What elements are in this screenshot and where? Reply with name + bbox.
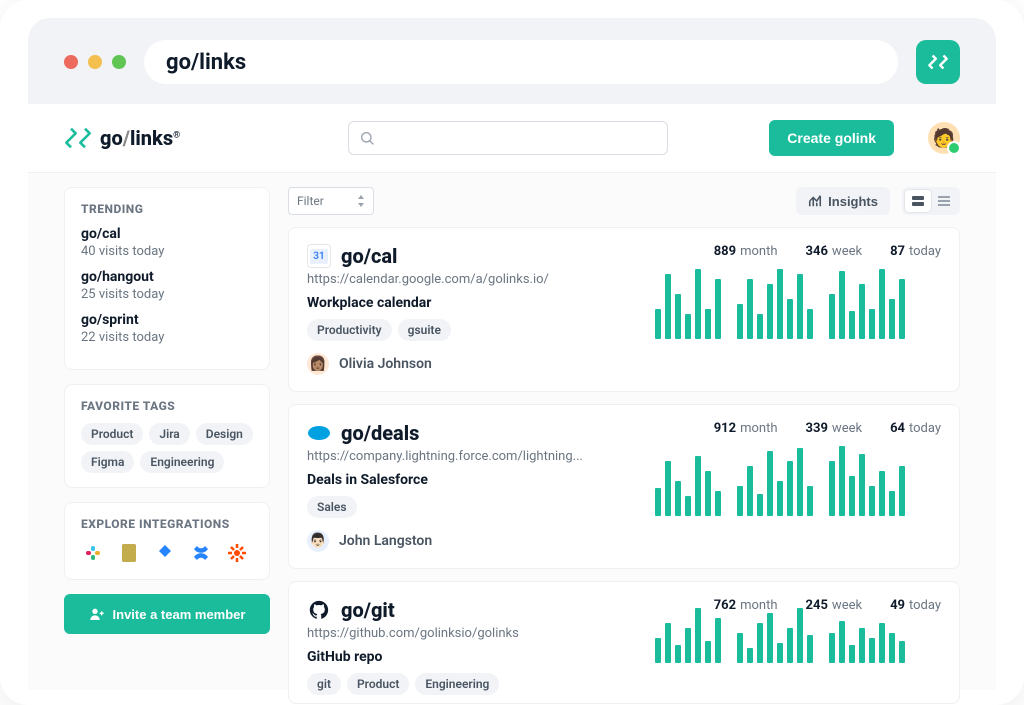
google-docs-icon[interactable]: [117, 541, 141, 565]
app-header: go/links® Create golink 🧑: [28, 104, 996, 173]
invite-team-member-button[interactable]: Invite a team member: [64, 594, 270, 634]
link-url: https://company.lightning.force.com/ligh…: [307, 449, 637, 464]
brand-logo[interactable]: go/links®: [64, 124, 180, 152]
trending-header: TRENDING: [81, 202, 253, 216]
tag[interactable]: Product: [347, 673, 409, 695]
favorite-tags-header: FAVORITE TAGS: [81, 399, 253, 413]
avatar[interactable]: 🧑: [928, 122, 960, 154]
usage-sparkline: [655, 269, 941, 339]
google-calendar-icon: 31: [307, 244, 331, 268]
address-text: go/links: [166, 50, 246, 75]
golinks-logo-icon: [64, 124, 92, 152]
tag[interactable]: git: [307, 673, 341, 695]
owner-name: Olivia Johnson: [339, 356, 432, 372]
trending-card: TRENDING go/cal 40 visits today go/hango…: [64, 187, 270, 370]
card-view-button[interactable]: [905, 190, 931, 212]
link-description: GitHub repo: [307, 649, 637, 665]
search-icon: [359, 130, 375, 146]
link-stats: 889month 346week 87today: [655, 244, 941, 259]
tag[interactable]: Design: [196, 423, 253, 445]
maximize-window-icon[interactable]: [112, 55, 126, 69]
salesforce-icon: [307, 421, 331, 445]
trending-item[interactable]: go/cal 40 visits today: [81, 226, 253, 259]
address-bar[interactable]: go/links: [144, 40, 898, 84]
select-arrows-icon: [357, 195, 365, 207]
list-view-button[interactable]: [931, 190, 957, 212]
tag[interactable]: Engineering: [415, 673, 499, 695]
minimize-window-icon[interactable]: [88, 55, 102, 69]
link-description: Workplace calendar: [307, 295, 637, 311]
owner-name: John Langston: [339, 533, 432, 549]
tag[interactable]: Figma: [81, 451, 134, 473]
content: TRENDING go/cal 40 visits today go/hango…: [28, 173, 996, 690]
view-toggle: [902, 187, 960, 215]
filter-select[interactable]: Filter: [288, 187, 374, 215]
link-title: go/git: [341, 598, 395, 622]
jira-icon[interactable]: [153, 541, 177, 565]
close-window-icon[interactable]: [64, 55, 78, 69]
zapier-icon[interactable]: [225, 541, 249, 565]
usage-sparkline: [655, 623, 941, 663]
link-title: go/deals: [341, 421, 419, 445]
explore-integrations-card: EXPLORE INTEGRATIONS: [64, 502, 270, 580]
link-card[interactable]: 31 go/cal https://calendar.google.com/a/…: [288, 227, 960, 392]
slack-icon[interactable]: [81, 541, 105, 565]
confluence-icon[interactable]: [189, 541, 213, 565]
user-plus-icon: [89, 606, 105, 622]
tag[interactable]: Productivity: [307, 319, 392, 341]
tag[interactable]: Product: [81, 423, 143, 445]
golinks-extension-button[interactable]: [916, 40, 960, 84]
owner-avatar: 👩🏽: [307, 353, 329, 375]
tag[interactable]: Sales: [307, 496, 357, 518]
link-card[interactable]: go/deals https://company.lightning.force…: [288, 404, 960, 569]
link-stats: 912month 339week 64today: [655, 421, 941, 436]
tag[interactable]: gsuite: [398, 319, 451, 341]
sidebar: TRENDING go/cal 40 visits today go/hango…: [64, 187, 270, 690]
create-golink-button[interactable]: Create golink: [769, 120, 894, 156]
github-icon: [307, 598, 331, 622]
browser-chrome: go/links: [28, 18, 996, 104]
window-controls: [64, 55, 126, 69]
main: Filter Insights: [288, 187, 960, 690]
favorite-tags-card: FAVORITE TAGS Product Jira Design Figma …: [64, 384, 270, 488]
trending-item[interactable]: go/sprint 22 visits today: [81, 312, 253, 345]
link-url: https://github.com/golinksio/golinks: [307, 626, 637, 641]
trending-item[interactable]: go/hangout 25 visits today: [81, 269, 253, 302]
toolbar: Filter Insights: [288, 187, 960, 215]
chart-icon: [808, 194, 822, 208]
link-title: go/cal: [341, 244, 397, 268]
golinks-logo-icon: [925, 49, 951, 75]
link-url: https://calendar.google.com/a/golinks.io…: [307, 272, 637, 287]
card-view-icon: [911, 194, 925, 208]
link-description: Deals in Salesforce: [307, 472, 637, 488]
link-card[interactable]: go/git https://github.com/golinksio/goli…: [288, 581, 960, 704]
tag[interactable]: Jira: [149, 423, 189, 445]
list-view-icon: [937, 194, 951, 208]
tag[interactable]: Engineering: [140, 451, 224, 473]
explore-header: EXPLORE INTEGRATIONS: [81, 517, 253, 531]
owner-avatar: 👨🏻: [307, 530, 329, 552]
usage-sparkline: [655, 446, 941, 516]
search-input[interactable]: [348, 121, 668, 155]
insights-button[interactable]: Insights: [796, 187, 890, 215]
